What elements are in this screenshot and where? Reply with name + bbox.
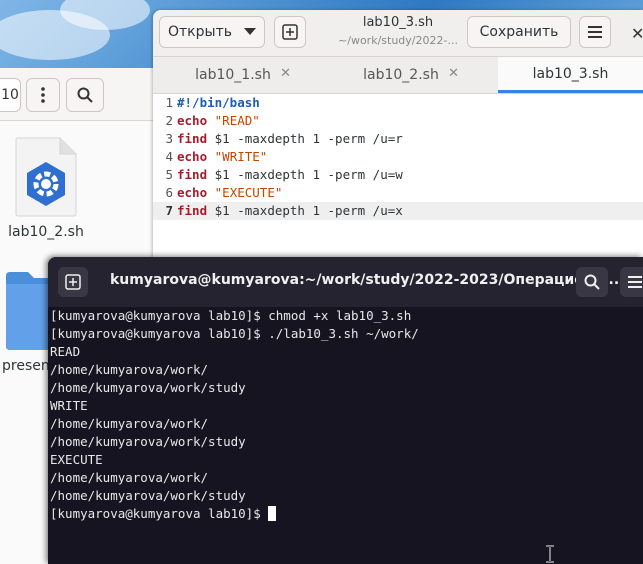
open-button-label: Открыть (168, 24, 232, 40)
menu-kebab-button[interactable] (26, 78, 60, 112)
terminal-line: /home/kumyarova/work/ (50, 416, 209, 431)
search-icon (77, 87, 93, 103)
tab-label: lab10_3.sh (532, 65, 609, 82)
folder-icon[interactable] (4, 270, 50, 354)
terminal-line: /home/kumyarova/work/ (50, 362, 209, 377)
terminal-line: /home/kumyarova/work/study (50, 488, 246, 503)
hamburger-icon (628, 276, 642, 288)
terminal-line: READ (50, 344, 81, 359)
search-icon (584, 274, 600, 290)
tab-lab10-1[interactable]: lab10_1.sh ✕ (153, 57, 313, 93)
terminal-line: [kumyarova@kumyarova lab10]$ ./lab10_3.s… (50, 326, 419, 341)
open-button[interactable]: Открыть (159, 16, 265, 48)
code-editor[interactable]: 1 #!/bin/bash 2 echo "READ" 3 find $1 -maxd… (153, 94, 643, 270)
terminal-line: /home/kumyarova/work/study (50, 380, 246, 395)
tab-close-icon[interactable]: ✕ (280, 66, 291, 81)
text-editor-window: Открыть lab10_3.sh ~/work/study/2022-...… (153, 10, 643, 270)
code-line: 3 find $1 -maxdepth 1 -perm /u=r (165, 131, 403, 146)
code-line: 2 echo "READ" (165, 113, 260, 128)
terminal-menu-button[interactable] (620, 267, 643, 297)
terminal-output[interactable]: [kumyarova@kumyarova lab10]$ chmod +x la… (50, 307, 640, 523)
terminal-header-bar: kumyarova@kumyarova:~/work/study/2022-20… (48, 257, 643, 307)
terminal-window: kumyarova@kumyarova:~/work/study/2022-20… (48, 257, 643, 564)
terminal-title: kumyarova@kumyarova:~/work/study/2022-20… (110, 272, 620, 288)
save-button[interactable]: Сохранить (467, 16, 571, 48)
close-icon[interactable]: ✕ (631, 24, 643, 43)
new-terminal-tab-button[interactable] (58, 267, 88, 297)
script-file-icon (14, 136, 78, 218)
document-path: ~/work/study/2022-... (338, 34, 458, 47)
code-line-current: 7 find $1 -maxdepth 1 -perm /u=x (153, 202, 643, 220)
folder-name-label: presen (2, 358, 50, 374)
document-title: lab10_3.sh (362, 15, 434, 30)
terminal-line: /home/kumyarova/work/study (50, 434, 246, 449)
terminal-line: WRITE (50, 398, 88, 413)
tab-label: lab10_1.sh (195, 67, 271, 83)
tab-lab10-3[interactable]: lab10_3.sh (498, 57, 643, 93)
new-document-icon (282, 24, 298, 40)
code-line: 1 #!/bin/bash (165, 95, 260, 110)
text-cursor (268, 506, 277, 521)
chevron-down-icon (243, 28, 256, 35)
code-line: 4 echo "WRITE" (165, 149, 268, 164)
code-line: 5 find $1 -maxdepth 1 -perm /u=w (165, 167, 403, 182)
document-tabs: lab10_1.sh ✕ lab10_2.sh ✕ lab10_3.sh (153, 57, 643, 94)
file-name-label: lab10_2.sh (8, 224, 84, 240)
ibeam-cursor-icon (546, 545, 554, 563)
terminal-prompt: [kumyarova@kumyarova lab10]$ (50, 506, 269, 521)
new-tab-button[interactable] (274, 16, 306, 48)
terminal-line: /home/kumyarova/work/ (50, 470, 209, 485)
terminal-prompt-line[interactable]: [kumyarova@kumyarova lab10]$ (50, 505, 640, 523)
terminal-line: EXECUTE (50, 452, 103, 467)
tab-lab10-2[interactable]: lab10_2.sh ✕ (321, 57, 481, 93)
code-line: 6 echo "EXECUTE" (165, 185, 283, 200)
hamburger-menu-button[interactable] (579, 16, 611, 48)
search-button[interactable] (66, 78, 104, 112)
terminal-line: [kumyarova@kumyarova lab10]$ chmod +x la… (50, 308, 412, 323)
tab-label: lab10_2.sh (363, 67, 439, 83)
hamburger-icon (588, 26, 602, 38)
path-bar-button[interactable]: 10 (0, 78, 21, 112)
file-item[interactable]: lab10_2.sh (8, 136, 84, 240)
kebab-icon (41, 87, 45, 103)
tab-close-icon[interactable]: ✕ (448, 66, 459, 81)
editor-header-bar: Открыть lab10_3.sh ~/work/study/2022-...… (153, 10, 643, 57)
terminal-search-button[interactable] (576, 267, 608, 297)
new-tab-icon (65, 274, 81, 290)
